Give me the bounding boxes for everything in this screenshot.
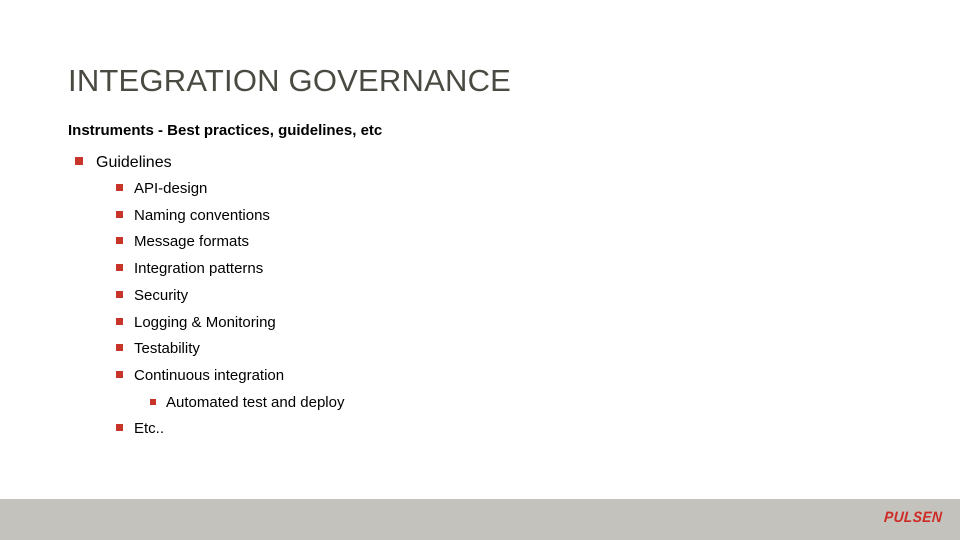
- content-subtitle: Instruments - Best practices, guidelines…: [68, 122, 383, 139]
- page-title: INTEGRATION GOVERNANCE: [68, 63, 512, 98]
- list-item-label: Etc..: [134, 420, 165, 438]
- square-bullet-icon: [116, 370, 123, 378]
- list-item: Automated test and deploy: [148, 390, 908, 417]
- list-item: Etc..: [114, 416, 908, 443]
- list-item: API-design: [114, 176, 908, 203]
- bullet-list: Guidelines API-design Naming conventions…: [68, 149, 908, 443]
- square-bullet-icon: [75, 157, 83, 165]
- list-item: Logging & Monitoring: [114, 310, 908, 337]
- square-bullet-icon: [150, 398, 156, 405]
- list-item: Integration patterns: [114, 256, 908, 283]
- footer-bar: PULSEN: [0, 499, 960, 540]
- list-item-label: Naming conventions: [134, 206, 270, 224]
- list-item-label: Guidelines: [96, 154, 172, 171]
- list-item: Security: [114, 283, 908, 310]
- pulsen-logo: PULSEN: [883, 509, 943, 526]
- list-item-label: API-design: [134, 180, 208, 197]
- list-item: Message formats: [114, 229, 908, 256]
- square-bullet-icon: [116, 210, 123, 218]
- list-item-label: Testability: [134, 340, 200, 358]
- square-bullet-icon: [116, 264, 123, 272]
- list-item-label: Security: [134, 286, 189, 304]
- square-bullet-icon: [116, 237, 123, 245]
- square-bullet-icon: [116, 344, 123, 352]
- list-item-label: Automated test and deploy: [166, 393, 345, 411]
- square-bullet-icon: [116, 184, 123, 191]
- list-item-label: Message formats: [134, 233, 250, 251]
- list-item: Guidelines: [72, 149, 908, 176]
- list-item: Naming conventions: [114, 203, 908, 230]
- list-item-label: Logging & Monitoring: [134, 313, 276, 331]
- list-item-label: Continuous integration: [134, 366, 285, 384]
- slide: INTEGRATION GOVERNANCE Instruments - Bes…: [0, 0, 960, 540]
- list-item-label: Integration patterns: [134, 260, 264, 278]
- list-item: Testability: [114, 336, 908, 363]
- square-bullet-icon: [116, 290, 123, 298]
- square-bullet-icon: [116, 317, 123, 325]
- list-item: Continuous integration: [114, 363, 908, 390]
- square-bullet-icon: [116, 424, 123, 432]
- content-body: Instruments - Best practices, guidelines…: [68, 120, 908, 443]
